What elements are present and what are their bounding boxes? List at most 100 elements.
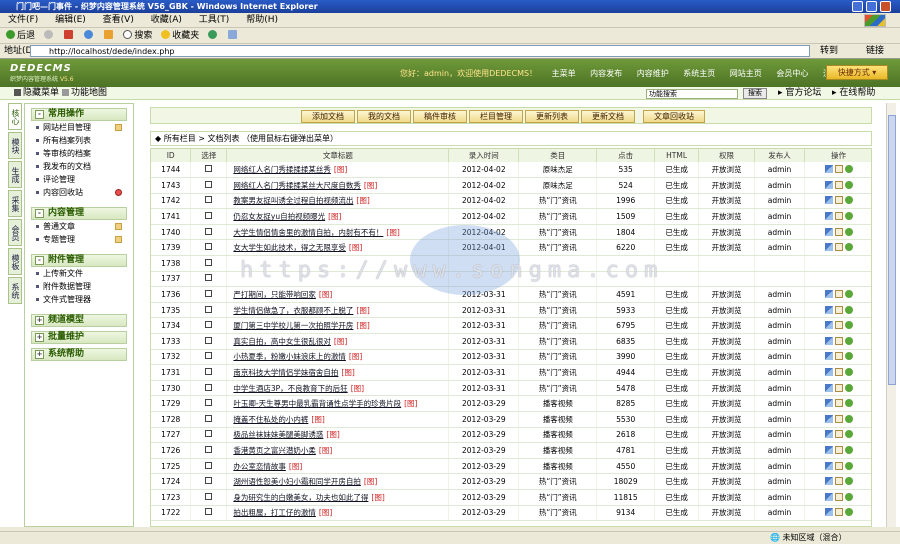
view-icon[interactable] [824,445,833,454]
group-content[interactable]: - 内容管理 [31,207,127,220]
history-button[interactable] [208,30,219,41]
view-icon[interactable] [824,212,833,221]
row-category[interactable]: 热“门”资讯 [518,473,598,490]
stop-button[interactable] [63,30,75,41]
row-category[interactable]: 热“门”资讯 [518,193,598,210]
vertical-scrollbar[interactable] [886,103,896,527]
add-icon[interactable] [115,236,122,243]
edit-icon[interactable] [834,461,843,470]
table-row[interactable]: 1736 严打期间，只能带响回家 [图] 2012-03-31 热“门”资讯 4591 已生… [151,286,871,303]
check-icon[interactable] [844,196,853,205]
tab-collect[interactable]: 采集 [8,190,22,217]
nav-main-menu[interactable]: 主菜单 [552,69,576,78]
edit-icon[interactable] [834,305,843,314]
sidebar-item-file-manager[interactable]: 文件式管理器 [35,293,133,306]
view-icon[interactable] [824,414,833,423]
table-row[interactable]: 1740 大学生情侣情舍里的激情自拍，内射有不有！ [图] 2012-04-02 热“门… [151,224,871,241]
row-title-link[interactable]: 网络红人名门秀揉揉揉某丝秀 [233,165,331,174]
group-help[interactable]: + 系统帮助 [31,348,127,361]
view-icon[interactable] [824,461,833,470]
check-icon[interactable] [844,290,853,299]
table-row[interactable]: 1726 香港黄页之富兴潜奶小柔 [图] 2012-03-29 播客视频 4781 已生成开… [151,442,871,459]
sidebar-item-my-docs[interactable]: 我发布的文档 [35,160,133,173]
row-checkbox[interactable] [205,383,213,391]
view-icon[interactable] [824,352,833,361]
check-icon[interactable] [844,477,853,486]
row-title-link[interactable]: 拍出粗屋，打工仔的激情 [233,508,316,517]
view-icon[interactable] [824,165,833,174]
sidebar-item-topics[interactable]: 专题管理 [35,233,133,246]
row-title-link[interactable]: 极品丝袜妹妹美腿美脚诱惑 [233,430,323,439]
view-icon[interactable] [824,430,833,439]
row-category[interactable]: 热“门”资讯 [518,286,598,303]
scroll-thumb[interactable] [888,115,896,385]
edit-icon[interactable] [834,508,843,517]
row-category[interactable]: 原味杰足 [518,162,598,179]
view-icon[interactable] [824,290,833,299]
help-link[interactable]: ▸ 在线帮助 [832,87,875,100]
edit-icon[interactable] [834,212,843,221]
edit-icon[interactable] [834,445,843,454]
table-row[interactable]: 1744 网络红人名门秀揉揉揉某丝秀 [图] 2012-04-02 原味杰足 535 已生成… [151,162,871,179]
check-icon[interactable] [844,352,853,361]
row-category[interactable]: 热“门”资讯 [518,208,598,225]
edit-icon[interactable] [834,321,843,330]
row-category[interactable]: 播客视频 [518,427,598,444]
update-docs-button[interactable]: 更新文档 [581,110,635,123]
clear-icon[interactable] [115,189,122,196]
table-row[interactable]: 1725 办公室恋情故事 [图] 2012-03-29 播客视频 4550 已生成 开放浏览 a… [151,458,871,475]
func-map-link[interactable]: 功能地图 [62,87,107,100]
check-icon[interactable] [844,165,853,174]
row-title-link[interactable]: 大学生情侣情舍里的激情自拍，内射有不有！ [233,228,383,237]
check-icon[interactable] [844,243,853,252]
row-title-link[interactable]: 网络红人名门秀揉揉某丝大尺度自数秀 [233,181,361,190]
sidebar-item-pending[interactable]: 等审核的档案 [35,147,133,160]
table-row[interactable]: 1732 小热夏季，粉嫩小妹浪床上的激情 [图] 2012-03-31 热“门”资讯 39… [151,349,871,366]
view-icon[interactable] [824,196,833,205]
edit-icon[interactable] [834,180,843,189]
row-category[interactable]: 原味杰足 [518,177,598,194]
table-row[interactable]: 1741 仍忍女友捉yu自拍视频曝光 [图] 2012-04-02 热“门”资讯 1509… [151,208,871,225]
check-icon[interactable] [844,321,853,330]
table-row[interactable]: 1723 身为研究生的白嫩美女，功夫也如此了得 [图] 2012-03-29 热“门”资… [151,489,871,506]
table-row[interactable]: 1734 厦门第三中学校儿第一次拍照学开房 [图] 2012-03-31 热“门”资讯 6… [151,317,871,335]
table-row[interactable]: 1743 网络红人名门秀揉揉某丝大尺度自数秀 [图] 2012-04-02 原味杰足 52… [151,177,871,194]
row-title-link[interactable]: 仍忍女友捉yu自拍视频曝光 [233,212,325,221]
check-icon[interactable] [844,508,853,517]
add-doc-button[interactable]: 添加文档 [301,110,355,123]
func-search-button[interactable]: 搜索 [743,88,767,99]
address-input[interactable]: http://localhost/dede/index.php [30,45,810,57]
menu-view[interactable]: 查看(V) [103,15,134,25]
edit-icon[interactable] [834,352,843,361]
favorites-button[interactable]: 收藏夹 [161,30,199,41]
edit-icon[interactable] [834,368,843,377]
row-checkbox[interactable] [205,165,213,173]
home-button[interactable] [103,30,115,41]
check-icon[interactable] [844,336,853,345]
row-category[interactable]: 热“门”资讯 [518,302,598,319]
edit-icon[interactable] [834,492,843,501]
check-icon[interactable] [844,399,853,408]
row-checkbox[interactable] [205,321,213,329]
row-checkbox[interactable] [205,243,213,251]
check-icon[interactable] [844,414,853,423]
check-icon[interactable] [844,383,853,392]
view-icon[interactable] [824,492,833,501]
row-title-link[interactable]: 办公室恋情故事 [233,462,286,471]
row-title-link[interactable]: 香港黄页之富兴潜奶小柔 [233,446,316,455]
tab-core[interactable]: 核心 [8,103,22,130]
nav-member-center[interactable]: 会员中心 [776,69,808,78]
row-category[interactable]: 热“门”资讯 [518,239,598,257]
edit-icon[interactable] [834,477,843,486]
menu-file[interactable]: 文件(F) [8,15,38,25]
row-checkbox[interactable] [205,352,213,360]
row-checkbox[interactable] [205,399,213,407]
tab-modules[interactable]: 模块 [8,132,22,159]
edit-icon[interactable] [834,243,843,252]
row-category[interactable]: 热“门”资讯 [518,317,598,335]
menu-help[interactable]: 帮助(H) [246,15,278,25]
row-title-link[interactable]: 掩盖不住私处的小内裤 [233,415,308,424]
table-row[interactable]: 1729 叶玉卿-天生尊男中最乳霸背诵性点学手的珍贵片段 [图] 2012-03-29… [151,395,871,412]
table-row[interactable]: 1728 掩盖不住私处的小内裤 [图] 2012-03-29 播客视频 5530 已生成 开放… [151,411,871,428]
row-checkbox[interactable] [205,368,213,376]
